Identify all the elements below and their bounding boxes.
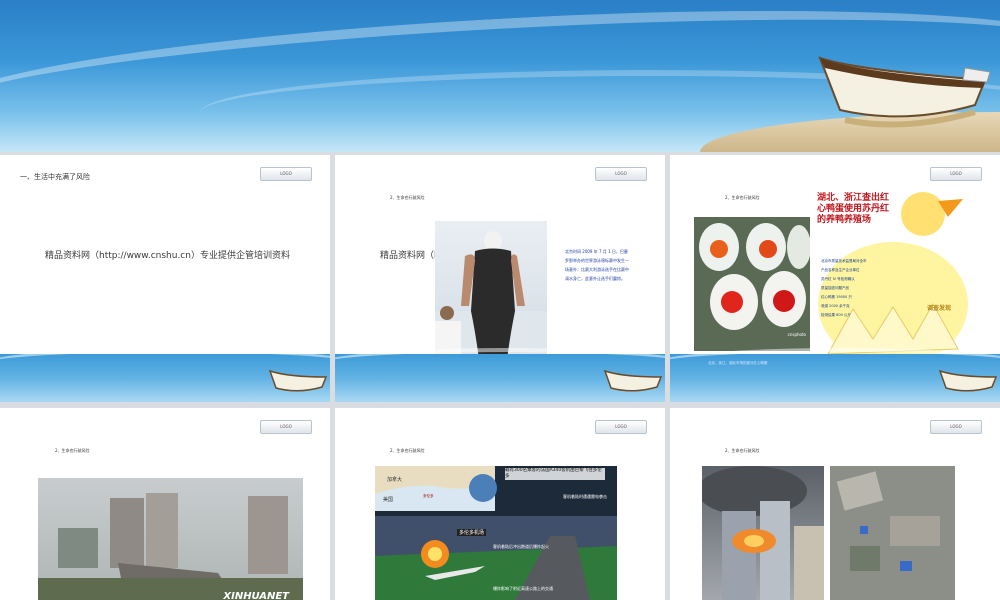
boat-icon [603, 369, 663, 392]
slide-thumbnail-5[interactable]: LOGO 2、生命也行驶风险 加拿大 美国 多伦多 载有300名乘客的法国A34… [335, 408, 665, 600]
boat-icon [938, 369, 998, 392]
duck-poster: 湖北、浙江查出红心鸭蛋使用苏丹红的养鸭养殖场 北京市质量技术监督局对全市 产品名… [813, 189, 973, 364]
poster-title: 湖北、浙江查出红心鸭蛋使用苏丹红的养鸭养殖场 [817, 193, 890, 225]
salted-eggs-photo: cnsphoto [694, 217, 810, 351]
slide-thumbnail-3[interactable]: LOGO 2、生命也行驶风险 cnsphoto 湖北、浙江查出红心鸭蛋使用苏丹红… [670, 155, 1000, 402]
ad-text: 精品资料网（http://www.cnshu.cn）专业提供企管培训资料 [45, 251, 290, 261]
map-label-usa: 美国 [383, 497, 394, 503]
slide-subtitle: 2、生命也行驶风险 [725, 448, 760, 453]
twin-towers-photo [702, 466, 824, 600]
collapsed-building-photo: XINHUANET [38, 478, 303, 600]
top-banner [0, 0, 1000, 152]
plane-crash-infographic: 加拿大 美国 多伦多 载有300名乘客的法国A340客机由巴黎飞往多伦多 客机着… [375, 466, 617, 600]
logo-badge: LOGO [930, 167, 982, 181]
step-1: 载有300名乘客的法国A340客机由巴黎飞往多伦多 [505, 468, 605, 480]
slide-subtitle: 2、生命也行驶风险 [55, 448, 90, 453]
slide-thumbnail-2[interactable]: LOGO 2、生命也行驶风险 精品资料网（http:// 北京时间 2009 年… [335, 155, 665, 402]
photo-watermark: cnsphoto [787, 332, 806, 337]
logo-badge: LOGO [260, 420, 312, 434]
slide-title: 一、生活中充满了风险 [20, 173, 90, 181]
earthquake-rubble-photo [830, 466, 955, 600]
airport-label: 多伦多机场 [457, 529, 487, 536]
photo-caption: 北京，浙江、湖北市场的部分红心鸭蛋 [708, 361, 768, 365]
map-label-canada: 加拿大 [387, 477, 403, 483]
logo-badge: LOGO [260, 167, 312, 181]
slide-subtitle: 2、生命也行驶风险 [390, 195, 425, 200]
step-3: 客机着陆后冲出跑道后爆炸起火 [493, 544, 549, 549]
step-4: 爆炸影响了附近高速公路上的交通 [493, 586, 553, 591]
story-text: 北京时间 2009 年 7 月 1 日，巴塞罗那举办的世界游泳锦标赛中发生一场意… [565, 249, 629, 281]
slide-thumbnail-4[interactable]: LOGO 2、生命也行驶风险 XINHUANET [0, 408, 330, 600]
photo-watermark: XINHUANET [223, 591, 289, 600]
poster-lines: 北京市质量技术监督局对全市 产品名称及生产企业单位 苏丹红 IV 号检测确认 质… [821, 259, 867, 317]
map-label-toronto: 多伦多 [423, 494, 434, 498]
slide-thumbnail-6[interactable]: LOGO 2、生命也行驶风险 [670, 408, 1000, 600]
slide-subtitle: 2、生命也行驶风险 [725, 195, 760, 200]
logo-badge: LOGO [595, 420, 647, 434]
logo-badge: LOGO [930, 420, 982, 434]
boat-image [818, 56, 991, 128]
step-2: 客机着陆时遭遇雷电袭击 [563, 494, 607, 499]
boat-icon [268, 369, 328, 392]
logo-badge: LOGO [595, 167, 647, 181]
slide-thumbnail-1[interactable]: LOGO 一、生活中充满了风险 精品资料网（http://www.cnshu.c… [0, 155, 330, 402]
poster-badge: 调查发现 [926, 305, 951, 312]
slide-subtitle: 2、生命也行驶风险 [390, 448, 425, 453]
